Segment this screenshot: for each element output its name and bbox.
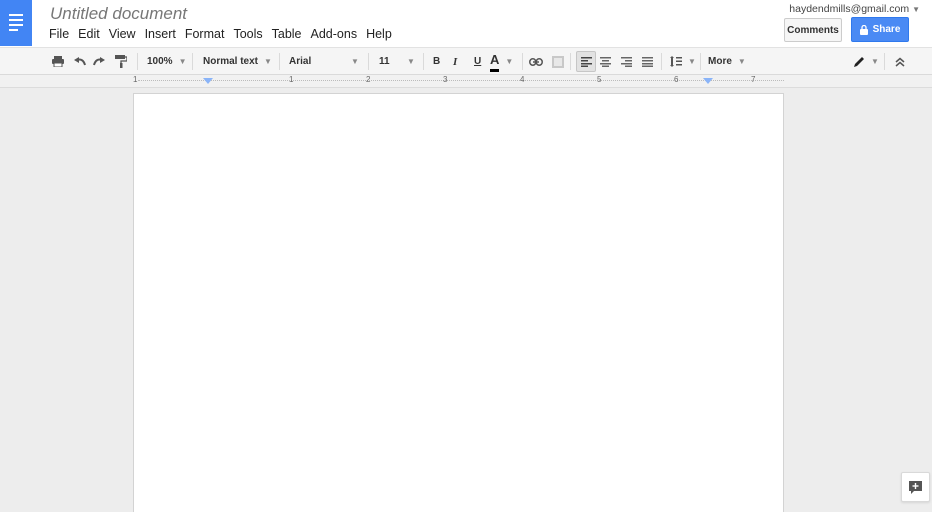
toolbar-separator [570,53,571,70]
menu-edit[interactable]: Edit [78,27,100,41]
toolbar-separator [884,53,885,70]
redo-icon[interactable] [93,48,105,75]
editing-mode-button[interactable]: ▼ [854,48,879,75]
account-switcher[interactable]: haydendmills@gmail.com ▼ [789,3,920,15]
toolbar-separator [522,53,523,70]
font-size-select[interactable]: 11 ▼ [379,48,415,75]
pencil-icon [854,57,864,67]
menu-help[interactable]: Help [366,27,392,41]
font-select[interactable]: Arial ▼ [289,48,359,75]
comments-button[interactable]: Comments [784,18,842,42]
left-indent-marker[interactable] [203,78,213,84]
font-size-value: 11 [379,56,390,67]
docs-logo-icon[interactable] [0,0,32,46]
ruler-label: 4 [520,75,525,84]
account-email: haydendmills@gmail.com [789,3,910,15]
line-spacing-icon[interactable]: ▼ [670,48,696,75]
italic-button[interactable]: I [453,48,457,75]
add-comment-icon[interactable] [901,472,930,502]
ruler-label: 7 [751,75,756,84]
share-button[interactable]: Share [851,17,909,42]
toolbar-separator [661,53,662,70]
chevron-down-icon: ▼ [737,57,746,66]
toolbar-separator [279,53,280,70]
more-button[interactable]: More ▼ [708,48,746,75]
menubar: File Edit View Insert Format Tools Table… [49,27,401,41]
text-color-button[interactable]: A ▼ [490,48,513,75]
style-value: Normal text [203,56,259,67]
zoom-select[interactable]: 100% ▼ [147,48,187,75]
comment-icon[interactable] [552,48,564,75]
more-label: More [708,56,732,67]
ruler-label: 6 [674,75,679,84]
underline-button[interactable]: U [474,48,481,75]
ruler-label: 5 [597,75,602,84]
right-indent-marker[interactable] [703,78,713,84]
justify-icon[interactable] [642,48,653,75]
menu-tools[interactable]: Tools [233,27,262,41]
menu-view[interactable]: View [109,27,136,41]
chevron-down-icon: ▼ [505,57,514,66]
align-center-icon[interactable] [600,48,611,75]
toolbar-separator [368,53,369,70]
chevron-down-icon: ▼ [912,5,920,14]
toolbar: 100% ▼ Normal text ▼ Arial ▼ 11 ▼ B I U A ▼ ▼… [0,47,932,75]
toolbar-separator [137,53,138,70]
ruler-ticks [138,80,784,81]
align-right-icon[interactable] [621,48,632,75]
align-left-icon[interactable] [576,51,596,72]
font-value: Arial [289,56,312,67]
zoom-value: 100% [147,56,173,67]
style-select[interactable]: Normal text ▼ [203,48,272,75]
menu-insert[interactable]: Insert [145,27,176,41]
paint-format-icon[interactable] [115,48,127,75]
ruler-label: 1 [289,75,294,84]
menu-format[interactable]: Format [185,27,225,41]
chevron-down-icon: ▼ [264,57,272,66]
document-title[interactable]: Untitled document [50,4,187,24]
ruler-label: 1 [133,75,138,84]
lock-icon [859,24,868,35]
chevron-down-icon: ▼ [407,57,415,66]
undo-icon[interactable] [74,48,86,75]
chevron-down-icon: ▼ [688,57,696,66]
link-icon[interactable] [529,48,543,75]
print-icon[interactable] [52,48,64,75]
toolbar-separator [192,53,193,70]
text-color-label: A [490,52,500,72]
document-page[interactable] [133,93,784,512]
collapse-icon[interactable] [895,48,905,75]
toolbar-separator [423,53,424,70]
chevron-down-icon: ▼ [351,57,359,66]
ruler-label: 3 [443,75,448,84]
menu-file[interactable]: File [49,27,69,41]
menu-table[interactable]: Table [272,27,302,41]
chevron-down-icon: ▼ [178,57,187,66]
ruler: 1 1 2 3 4 5 6 7 [0,75,932,88]
menu-add-ons[interactable]: Add-ons [311,27,358,41]
chevron-down-icon: ▼ [871,57,879,66]
share-label: Share [872,24,901,35]
toolbar-separator [700,53,701,70]
ruler-label: 2 [366,75,371,84]
header: Untitled document File Edit View Insert … [0,0,932,48]
bold-button[interactable]: B [433,48,440,75]
